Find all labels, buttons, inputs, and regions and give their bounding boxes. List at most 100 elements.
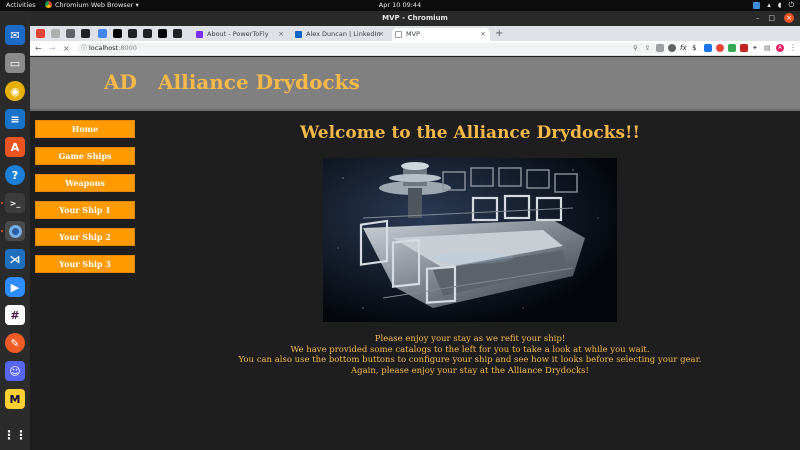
terminal-icon[interactable]: >_ xyxy=(5,193,25,213)
discord-icon[interactable]: ☺ xyxy=(5,361,25,381)
forward-button[interactable]: → xyxy=(49,42,56,55)
running-indicator xyxy=(1,230,3,232)
app-menu[interactable]: Chromium Web Browser ▾ xyxy=(45,1,139,9)
nav-your-ship-1-button[interactable]: Your Ship 1 xyxy=(35,201,135,219)
extension-icon[interactable] xyxy=(668,44,676,52)
slack-icon[interactable]: # xyxy=(5,305,25,325)
tray-app-icon[interactable] xyxy=(753,2,761,9)
page-favicon xyxy=(395,31,402,38)
tab-linkedin[interactable]: Alex Duncan | LinkedIn × xyxy=(292,28,388,41)
extension-icon[interactable] xyxy=(704,44,712,52)
tab-label: About - PowerToFly xyxy=(207,30,269,38)
browser-toolbar: ← → × ⓘ localhost:8000 ⚲ ⇪ ☆ fx $ ✦ ▤ A … xyxy=(30,41,800,56)
tab-mvp[interactable]: MVP × xyxy=(392,28,490,41)
intro-line: Again, please enjoy your stay at the All… xyxy=(351,365,589,376)
rhythmbox-icon[interactable]: ◉ xyxy=(5,81,25,101)
show-apps-icon[interactable]: ⋮⋮ xyxy=(3,425,27,445)
chromium-dock-icon[interactable] xyxy=(5,221,25,241)
system-top-bar: Activities Chromium Web Browser ▾ Apr 10… xyxy=(0,0,800,11)
back-button[interactable]: ← xyxy=(35,42,42,55)
tab-strip: About - PowerToFly × Alex Duncan | Linke… xyxy=(30,26,800,41)
stop-loading-button[interactable]: × xyxy=(63,42,70,55)
zoom-icon[interactable]: ▶ xyxy=(5,277,25,297)
extension-icon[interactable] xyxy=(728,44,736,52)
pinned-tab[interactable] xyxy=(158,29,167,38)
miro-icon[interactable]: M xyxy=(5,389,25,409)
app-menu-label: Chromium Web Browser ▾ xyxy=(55,1,139,9)
intro-line: You can also use the bottom buttons to c… xyxy=(238,355,702,366)
address-bar[interactable]: ⓘ localhost:8000 ⚲ ⇪ ☆ xyxy=(77,43,667,54)
tab-label: Alex Duncan | LinkedIn xyxy=(306,30,381,38)
intro-line: Please enjoy your stay as we refit your … xyxy=(374,334,566,344)
running-indicator xyxy=(1,202,3,204)
pinned-tab[interactable] xyxy=(173,29,182,38)
chromium-icon xyxy=(45,1,52,8)
pinned-tab[interactable] xyxy=(66,29,75,38)
window-title: MVP - Chromium xyxy=(382,14,448,22)
window-title-bar: MVP - Chromium – □ × xyxy=(30,11,800,26)
welcome-heading: Welcome to the Alliance Drydocks!! xyxy=(300,123,640,143)
pinned-tab[interactable] xyxy=(81,29,90,38)
nav-weapons-button[interactable]: Weapons xyxy=(35,174,135,192)
network-icon[interactable]: ▴ xyxy=(767,1,771,10)
pinned-tab[interactable] xyxy=(143,29,152,38)
close-tab-icon[interactable]: × xyxy=(278,28,284,41)
tab-powertofly[interactable]: About - PowerToFly × xyxy=(193,28,288,41)
close-tab-icon[interactable]: × xyxy=(378,28,384,41)
extension-icon[interactable] xyxy=(656,44,664,52)
extension-icon[interactable] xyxy=(716,44,724,52)
reading-list-icon[interactable]: ▤ xyxy=(764,44,772,52)
close-window-button[interactable]: × xyxy=(784,13,794,23)
intro-line: We have provided some catalogs to the le… xyxy=(290,344,650,355)
url-host: localhost xyxy=(89,44,119,52)
close-tab-icon[interactable]: × xyxy=(480,28,486,41)
url-port: :8000 xyxy=(118,44,137,52)
site-logo[interactable]: AD xyxy=(104,70,137,94)
power-icon[interactable]: ⏻ xyxy=(788,1,794,10)
gmail-pinned-tab[interactable] xyxy=(36,29,45,38)
activities-button[interactable]: Activities xyxy=(6,1,36,9)
chrome-menu-icon[interactable]: ⋮ xyxy=(789,44,797,52)
software-store-icon[interactable]: A xyxy=(5,137,25,157)
spaceship-drydock-illustration xyxy=(323,158,617,322)
writer-icon[interactable]: ≡ xyxy=(5,109,25,129)
help-icon[interactable]: ? xyxy=(5,165,25,185)
volume-icon[interactable]: ◖ xyxy=(778,1,782,10)
profile-avatar[interactable]: A xyxy=(776,44,784,52)
vscode-icon[interactable]: ⋊ xyxy=(5,249,25,269)
postman-icon[interactable]: ✎ xyxy=(5,333,25,353)
window-controls: – □ × xyxy=(756,11,794,26)
side-navigation: Home Game Ships Weapons Your Ship 1 Your… xyxy=(35,120,135,282)
currency-extension-icon[interactable]: $ xyxy=(692,44,700,52)
web-page: AD Alliance Drydocks Home Game Ships Wea… xyxy=(30,57,800,450)
minimize-button[interactable]: – xyxy=(756,11,760,26)
site-title: Alliance Drydocks xyxy=(158,70,360,94)
info-icon[interactable]: ⓘ xyxy=(81,43,87,54)
intro-text: Please enjoy your stay as we refit your … xyxy=(200,334,740,376)
nav-your-ship-3-button[interactable]: Your Ship 3 xyxy=(35,255,135,273)
extension-icon[interactable] xyxy=(740,44,748,52)
powertofly-favicon xyxy=(196,31,203,38)
pinned-tab[interactable] xyxy=(113,29,122,38)
new-tab-button[interactable]: + xyxy=(495,28,503,39)
thunderbird-icon[interactable]: ✉ xyxy=(5,25,25,45)
linkedin-favicon xyxy=(295,31,302,38)
pinned-tab[interactable] xyxy=(51,29,60,38)
ubuntu-dock: ✉ ▭ ◉ ≡ A ? >_ ⋊ ▶ # ✎ ☺ M ⋮⋮ xyxy=(0,11,30,450)
maximize-button[interactable]: □ xyxy=(768,11,775,26)
share-icon[interactable]: ⇪ xyxy=(645,43,650,54)
files-icon[interactable]: ▭ xyxy=(5,53,25,73)
extensions-puzzle-icon[interactable]: ✦ xyxy=(752,44,760,52)
drydock-hero-image xyxy=(323,158,617,322)
tab-label: MVP xyxy=(406,30,420,38)
formula-extension-icon[interactable]: fx xyxy=(680,44,688,52)
nav-home-button[interactable]: Home xyxy=(35,120,135,138)
pinned-tab[interactable] xyxy=(128,29,137,38)
nav-game-ships-button[interactable]: Game Ships xyxy=(35,147,135,165)
nav-your-ship-2-button[interactable]: Your Ship 2 xyxy=(35,228,135,246)
google-drive-pinned-tab[interactable] xyxy=(98,29,107,38)
system-tray[interactable]: ▴ ◖ ⏻ xyxy=(753,1,794,10)
site-header: AD Alliance Drydocks xyxy=(30,57,800,111)
zoom-search-icon[interactable]: ⚲ xyxy=(633,43,638,54)
clock[interactable]: Apr 10 09:44 xyxy=(375,1,425,9)
